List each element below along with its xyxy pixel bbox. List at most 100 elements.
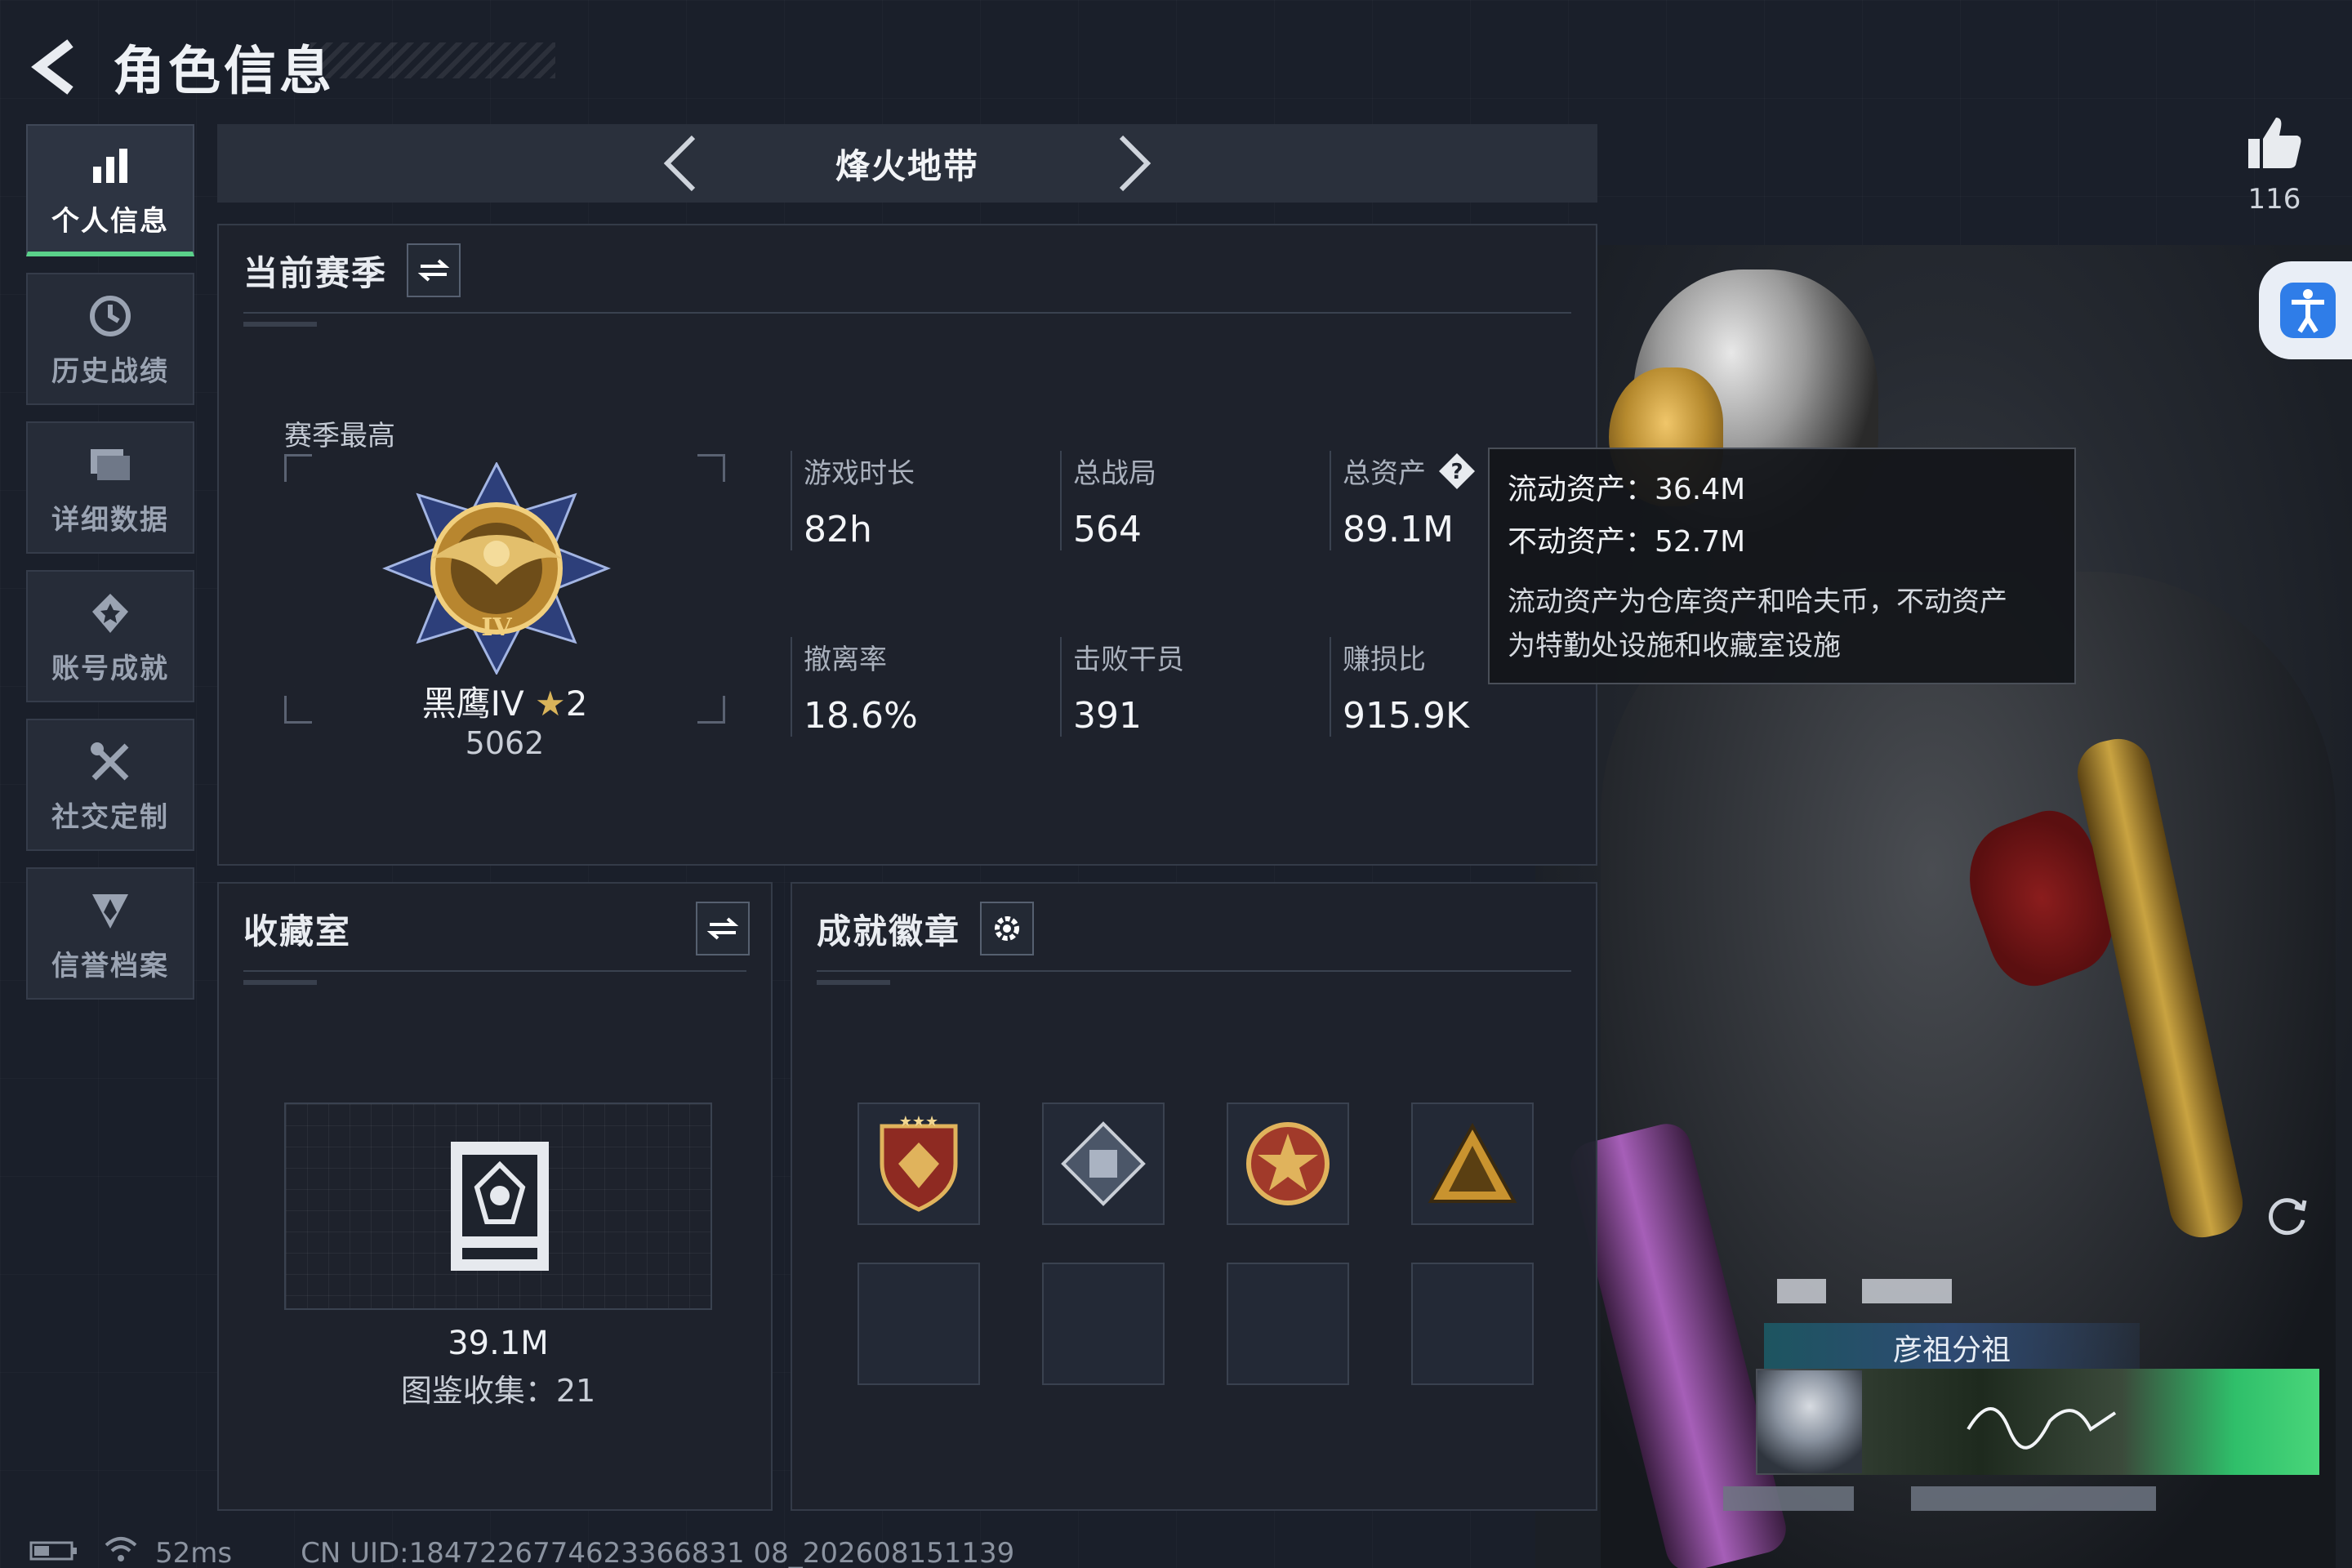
- thumbs-up-icon: [2238, 114, 2311, 176]
- collection-panel: 收藏室 39.1M 图鉴收集：21: [217, 882, 773, 1511]
- sidebar-item-label: 信誉档案: [51, 949, 169, 982]
- rank-stars: 2: [565, 684, 588, 724]
- sidebar-item-social[interactable]: 社交定制: [26, 719, 194, 851]
- banner-avatar: [1757, 1370, 1862, 1473]
- badges-panel: 成就徽章 ★★★: [791, 882, 1597, 1511]
- stat-value: 915.9K: [1343, 695, 1469, 737]
- divider-accent: [243, 980, 317, 985]
- badge-slot[interactable]: ★★★: [858, 1102, 980, 1225]
- sidebar: 个人信息 历史战绩 详细数据 账号成就 社交定制 信誉档案: [26, 124, 194, 1016]
- stat-value: 82h: [804, 509, 872, 550]
- svg-text:★★★: ★★★: [899, 1115, 938, 1130]
- stat-kills: 击败干员 391: [1060, 637, 1321, 737]
- stat-value: 18.6%: [804, 695, 918, 737]
- collection-preview[interactable]: [284, 1102, 712, 1310]
- svg-text:IV: IV: [481, 613, 512, 642]
- tooltip-fixed-assets: 不动资产：52.7M: [1508, 525, 1746, 559]
- badge-slot[interactable]: [1042, 1102, 1165, 1225]
- mode-title: 烽火地带: [835, 145, 979, 186]
- stat-total-matches: 总战局 564: [1060, 451, 1321, 550]
- like-count: 116: [2247, 183, 2301, 216]
- accessibility-icon[interactable]: [2259, 261, 2352, 359]
- shield-badge-icon: [84, 884, 136, 937]
- title-decoration: [310, 42, 555, 78]
- tooltip-desc-line: 为特勤处设施和收藏室设施: [1508, 630, 1841, 662]
- mode-switcher: 烽火地带: [217, 124, 1597, 203]
- settings-gear-icon[interactable]: [980, 902, 1035, 956]
- badge-warning-triangle-icon: [1428, 1123, 1517, 1203]
- sidebar-item-label: 账号成就: [51, 652, 169, 685]
- history-clock-icon: [84, 290, 136, 342]
- divider-accent: [243, 322, 317, 327]
- collection-count: 图鉴收集：21: [400, 1373, 596, 1409]
- uid-text: CN UID:1847226774623366831 08_2026081511…: [301, 1536, 1015, 1568]
- stat-label: 总战局: [1073, 457, 1156, 490]
- help-question-icon[interactable]: ?: [1437, 452, 1477, 491]
- tooltip-desc-line: 流动资产为仓库资产和哈夫币，不动资产: [1508, 586, 2007, 618]
- collection-title: 收藏室: [243, 911, 352, 951]
- sidebar-item-personal-info[interactable]: 个人信息: [26, 124, 194, 256]
- chevron-left-icon[interactable]: [648, 131, 713, 196]
- stat-label: 撤离率: [804, 644, 887, 676]
- team-tag[interactable]: 彦祖分祖: [1764, 1323, 2140, 1372]
- rank-name: 黑鹰IV: [421, 684, 524, 724]
- status-bar: 52ms CN UID:1847226774623366831 08_20260…: [29, 1535, 1014, 1568]
- stat-label: 击败干员: [1073, 644, 1184, 676]
- divider: [243, 970, 746, 972]
- banner-signature: [1960, 1380, 2123, 1465]
- chevron-right-icon[interactable]: [1102, 131, 1167, 196]
- sidebar-item-label: 历史战绩: [51, 354, 169, 388]
- sidebar-item-label: 个人信息: [51, 204, 169, 238]
- badge-slot-empty[interactable]: [858, 1263, 980, 1385]
- collection-value: 39.1M: [448, 1325, 549, 1362]
- divider-accent: [817, 980, 890, 985]
- badge-slot-empty[interactable]: [1042, 1263, 1165, 1385]
- swap-icon[interactable]: [696, 902, 750, 956]
- page-title: 角色信息: [113, 42, 335, 102]
- sidebar-item-history[interactable]: 历史战绩: [26, 273, 194, 405]
- display-case-icon: [443, 1137, 557, 1279]
- rank-name-row: 黑鹰IV ★2: [350, 676, 660, 726]
- ping-value: 52ms: [155, 1536, 233, 1568]
- season-title: 当前赛季: [243, 252, 388, 293]
- assets-tooltip: 流动资产：36.4M 不动资产：52.7M 流动资产为仓库资产和哈夫币，不动资产…: [1488, 448, 2076, 684]
- bar-chart-icon: [84, 140, 136, 192]
- top-bar: 角色信息: [29, 29, 335, 105]
- back-arrow-icon[interactable]: [29, 38, 82, 96]
- season-best-label: 赛季最高: [284, 420, 395, 452]
- sidebar-item-label: 详细数据: [51, 503, 169, 537]
- censored-pixel: [1911, 1486, 2156, 1511]
- stat-label: 总资产: [1343, 457, 1426, 490]
- divider: [817, 970, 1571, 972]
- badges-title: 成就徽章: [817, 911, 961, 951]
- badge-slot[interactable]: [1411, 1102, 1534, 1225]
- stat-value: 391: [1073, 695, 1142, 737]
- swap-icon[interactable]: [407, 243, 461, 297]
- battery-icon: [29, 1537, 78, 1568]
- censored-pixel: [1862, 1279, 1952, 1303]
- season-panel: 当前赛季 赛季最高 IV 黑鹰IV ★2 5062 游戏时长 82h 总战局 5…: [217, 224, 1597, 866]
- sidebar-item-detailed-data[interactable]: 详细数据: [26, 421, 194, 554]
- tooltip-description: 流动资产为仓库资产和哈夫币，不动资产 为特勤处设施和收藏室设施: [1508, 580, 2056, 668]
- team-name: 彦祖分祖: [1892, 1334, 2011, 1367]
- divider: [243, 312, 1571, 314]
- sidebar-item-label: 社交定制: [51, 800, 169, 834]
- stat-value: 564: [1073, 509, 1142, 550]
- sidebar-item-achievements[interactable]: 账号成就: [26, 570, 194, 702]
- rotate-view-icon[interactable]: [2254, 1183, 2319, 1248]
- badge-star-emblem-icon: [1246, 1122, 1330, 1205]
- tooltip-liquid-assets: 流动资产：36.4M: [1508, 473, 1746, 506]
- badge-slot[interactable]: [1227, 1102, 1349, 1225]
- badge-slot-empty[interactable]: [1227, 1263, 1349, 1385]
- stat-label: 游戏时长: [804, 457, 915, 490]
- stat-extraction-rate: 撤离率 18.6%: [791, 637, 1052, 737]
- censored-pixel: [1777, 1279, 1826, 1303]
- achievement-medal-icon: [84, 587, 136, 639]
- badge-shield-stars-icon: ★★★: [880, 1115, 958, 1212]
- like-button[interactable]: 116: [2238, 114, 2311, 216]
- folder-data-icon: [84, 439, 136, 491]
- rank-eagle-emblem-icon: IV: [381, 461, 612, 676]
- sidebar-item-credit[interactable]: 信誉档案: [26, 867, 194, 1000]
- censored-pixel: [1723, 1486, 1854, 1511]
- badge-slot-empty[interactable]: [1411, 1263, 1534, 1385]
